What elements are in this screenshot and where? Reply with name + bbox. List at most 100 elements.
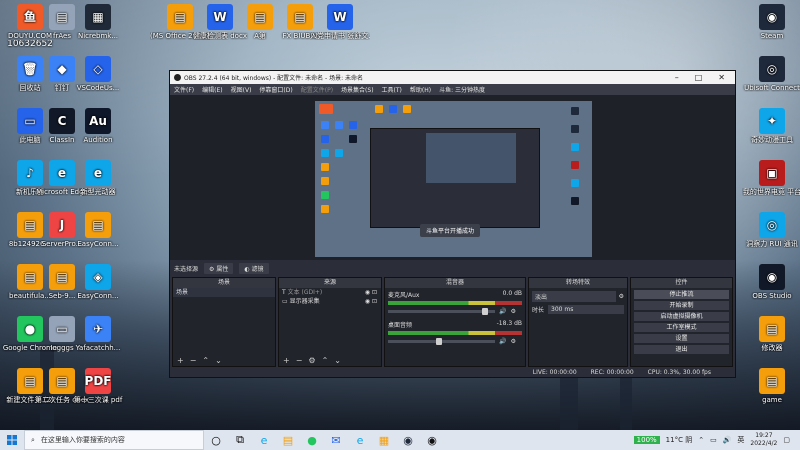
desktop-channel-db: -18.3 dB [496,320,522,327]
menu-view[interactable]: 视图(V) [231,85,252,94]
desktop-icon[interactable]: PDF 第十三次课 pdf [68,368,128,404]
eye-icon[interactable]: ◉ ⊡ [365,297,377,306]
desktop-icon-label: VSCodeUs... [76,84,120,92]
transition-settings-icon[interactable]: ⚙ [619,293,624,300]
desktop-volume-meter [388,331,522,335]
taskbar-search[interactable]: ⌕ 在这里输入你要搜索的内容 [24,430,204,450]
remove-scene-button[interactable]: − [190,356,197,365]
controls-dock: 控件 停止推流 开始录制 启动虚拟摄像机 工作室模式 设置 退出 [630,277,733,367]
network-icon[interactable]: ▭ [710,436,717,444]
app-icon: ◎ [759,56,785,82]
cortana-icon[interactable]: ○ [204,430,228,450]
eye-icon[interactable]: ◉ ⊡ [365,288,377,297]
desktop-icon[interactable]: ▤ 修改器 [742,316,800,352]
desktop-icon[interactable]: e 新型光动器 [68,160,128,196]
task-view-icon[interactable]: ⧉ [228,430,252,450]
desktop-icon[interactable]: ◉ OBS Studio [742,264,800,300]
maximize-button[interactable]: □ [695,73,703,82]
store-icon[interactable]: ▦ [372,430,396,450]
menu-help[interactable]: 帮助(H) [410,85,431,94]
source-item-display[interactable]: ▭ 显示器采集 ◉ ⊡ [279,297,381,306]
desktop-icon[interactable]: ◉ Steam [742,4,800,40]
source-settings-icon[interactable]: ⚙ [308,356,315,365]
clock[interactable]: 19:27 2022/4/2 [750,432,777,448]
app-icon: e [85,160,111,186]
menu-tools[interactable]: 工具(T) [382,85,402,94]
settings-button[interactable]: 设置 [634,334,729,343]
preview-canvas[interactable]: 斗鱼平台开播成功 [315,101,592,257]
source-up-button[interactable]: ⌃ [322,356,329,365]
menu-scene-collection[interactable]: 场景集合(S) [341,85,374,94]
desktop-icon[interactable]: ◎ Ubisoft Connect [742,56,800,92]
stop-streaming-button[interactable]: 停止推流 [634,290,729,299]
desktop-icon[interactable]: ▦ Nicrebmk... [68,4,128,40]
mic-volume-slider[interactable] [388,308,496,315]
add-scene-button[interactable]: + [177,356,184,365]
battery-indicator[interactable]: 100% [633,436,660,444]
exit-button[interactable]: 退出 [634,345,729,354]
desktop-icon[interactable]: ▣ 我的世界电竞 平台 [742,160,800,196]
duration-input[interactable]: 300 ms [548,305,624,314]
source-down-button[interactable]: ⌄ [334,356,341,365]
desktop-icon[interactable]: ✦ 奇妙动漫工具 [742,108,800,144]
edge-icon[interactable]: e [252,430,276,450]
scene-down-button[interactable]: ⌄ [215,356,222,365]
tray-chevron-icon[interactable]: ⌃ [698,436,704,444]
preview-nested-obs [370,128,540,228]
menu-file[interactable]: 文件(F) [174,85,194,94]
virtual-camera-button[interactable]: 启动虚拟摄像机 [634,312,729,321]
desktop-icon[interactable]: W 入党申请书 张舒文.docx [310,4,370,40]
mixer-dock: 混音器 麦克风/Aux 0.0 dB 🔊 ⚙ 桌面音频 -18.3 dB 🔊 ⚙ [384,277,526,367]
desktop-icon-label: 我的世界电竞 平台 [742,188,800,196]
steam-icon[interactable]: ◉ [396,430,420,450]
mic-settings-icon[interactable]: ⚙ [511,308,516,315]
notification-icon[interactable]: ▢ [783,436,790,444]
source-item-text[interactable]: T 文本 (GDI+) ◉ ⊡ [279,288,381,297]
sources-dock: 来源 T 文本 (GDI+) ◉ ⊡ ▭ 显示器采集 ◉ ⊡ + − ⚙ ⌃ ⌄ [278,277,382,367]
volume-icon[interactable]: 🔊 [723,436,732,444]
filters-button[interactable]: ◐ 滤镜 [239,262,269,274]
desktop-icon[interactable]: ✈ Yafacatchh... [68,316,128,352]
live-timer: LIVE: 00:00:00 [532,368,577,376]
minimize-button[interactable]: – [675,73,679,82]
properties-button[interactable]: ⚙ 属性 [204,262,234,274]
text-source-icon: T [282,289,286,296]
close-button[interactable]: ✕ [718,73,725,82]
desktop-icon-label: 奇妙动漫工具 [751,136,793,144]
speaker-icon[interactable]: 🔊 [499,338,506,345]
weather-widget[interactable]: 11°C 阴 [666,435,693,445]
mixer-channel-mic: 麦克风/Aux 0.0 dB 🔊 ⚙ [385,288,525,318]
menu-douyu[interactable]: 斗鱼: 三分钟热度 [439,85,485,94]
language-indicator[interactable]: 英 [737,435,744,445]
speaker-icon[interactable]: 🔊 [499,308,506,315]
desktop-settings-icon[interactable]: ⚙ [511,338,516,345]
obs-window[interactable]: OBS 27.2.4 (64 bit, windows) - 配置文件: 未命名… [169,70,736,378]
obs-taskbar-icon[interactable]: ◉ [420,430,444,450]
obs-titlebar[interactable]: OBS 27.2.4 (64 bit, windows) - 配置文件: 未命名… [170,71,735,84]
desktop-icon[interactable]: ◎ 洞察力 RUI 通讯 [742,212,800,248]
start-button[interactable] [0,430,24,450]
desktop-icon[interactable]: ◇ VSCodeUs... [68,56,128,92]
taskbar: ⌕ 在这里输入你要搜索的内容 ○ ⧉ e ▤ ● ✉ e ▦ ◉ ◉ 100% … [0,430,800,450]
desktop-icon[interactable]: ▤ game [742,368,800,404]
desktop-volume-slider[interactable] [388,338,496,345]
desktop-icon-label: 洞察力 RUI 通讯 [746,240,798,248]
mail-icon[interactable]: ✉ [324,430,348,450]
desktop-icon[interactable]: Au Audition [68,108,128,144]
menu-profile[interactable]: 配置文件(P) [301,85,333,94]
source-toolbar: 未选择源 ⚙ 属性 ◐ 滤镜 [170,262,735,274]
remove-source-button[interactable]: − [296,356,303,365]
studio-mode-button[interactable]: 工作室模式 [634,323,729,332]
menu-docks[interactable]: 停靠窗口(D) [259,85,292,94]
menu-edit[interactable]: 编辑(E) [202,85,222,94]
scene-up-button[interactable]: ⌃ [202,356,209,365]
add-source-button[interactable]: + [283,356,290,365]
desktop-icon[interactable]: ◈ EasyConn... [68,264,128,300]
edge-alt-icon[interactable]: e [348,430,372,450]
desktop-icon[interactable]: ▤ EasyConn... [68,212,128,248]
scene-item[interactable]: 场景 [173,288,275,297]
transition-select[interactable]: 淡出 [532,291,616,302]
chrome-icon[interactable]: ● [300,430,324,450]
start-recording-button[interactable]: 开始录制 [634,301,729,310]
file-explorer-icon[interactable]: ▤ [276,430,300,450]
